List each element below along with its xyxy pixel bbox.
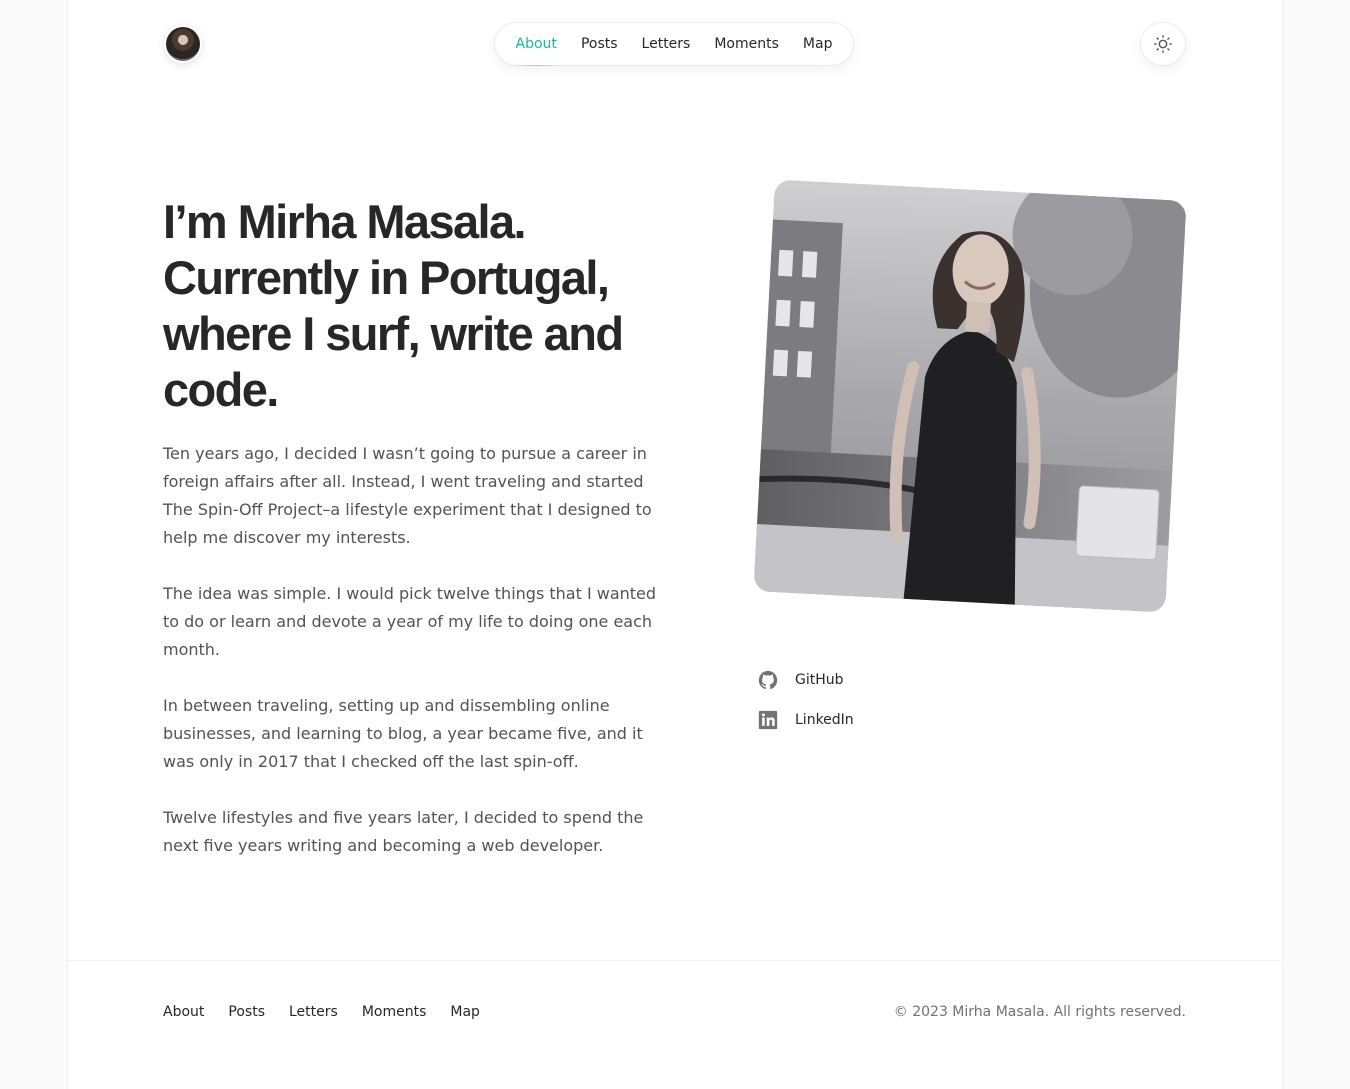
footer-nav-letters[interactable]: Letters (289, 1000, 338, 1024)
linkedin-icon (756, 708, 780, 732)
bio-paragraph: Twelve lifestyles and five years later, … (163, 808, 644, 855)
footer-divider (68, 960, 1282, 961)
footer-nav-map[interactable]: Map (450, 1000, 480, 1024)
footer-nav-about[interactable]: About (163, 1000, 204, 1024)
portrait-photo (753, 179, 1187, 613)
linkedin-link[interactable]: LinkedIn (756, 706, 854, 734)
main-nav: About Posts Letters Moments Map (495, 23, 853, 66)
avatar-image (166, 27, 200, 61)
github-icon (756, 668, 780, 692)
sun-icon (1154, 35, 1172, 53)
theme-toggle-button[interactable] (1141, 23, 1185, 65)
bio-paragraph: Ten years ago, I decided I wasn’t going … (163, 444, 652, 547)
nav-posts[interactable]: Posts (569, 23, 630, 65)
bio-paragraph: The idea was simple. I would pick twelve… (163, 584, 657, 659)
github-label: GitHub (795, 672, 844, 688)
footer-nav: About Posts Letters Moments Map (163, 1000, 480, 1024)
github-link[interactable]: GitHub (756, 666, 854, 694)
bio: Ten years ago, I decided I wasn’t going … (163, 440, 673, 888)
nav-moments[interactable]: Moments (702, 23, 791, 65)
linkedin-label: LinkedIn (795, 712, 854, 728)
portrait-image (753, 179, 1187, 613)
footer-nav-moments[interactable]: Moments (362, 1000, 427, 1024)
nav-letters[interactable]: Letters (630, 23, 703, 65)
copyright: © 2023 Mirha Masala. All rights reserved… (893, 1004, 1186, 1020)
nav-map[interactable]: Map (791, 23, 845, 65)
social-links: GitHub LinkedIn (756, 666, 854, 746)
avatar[interactable] (164, 25, 202, 63)
page-title: I’m Mirha Masala. Currently in Portugal,… (163, 195, 624, 416)
nav-about[interactable]: About (504, 23, 569, 66)
page-container: About Posts Letters Moments Map I’m Mirh… (68, 0, 1282, 1089)
footer-nav-posts[interactable]: Posts (228, 1000, 265, 1024)
bio-paragraph: In between traveling, setting up and dis… (163, 696, 643, 771)
